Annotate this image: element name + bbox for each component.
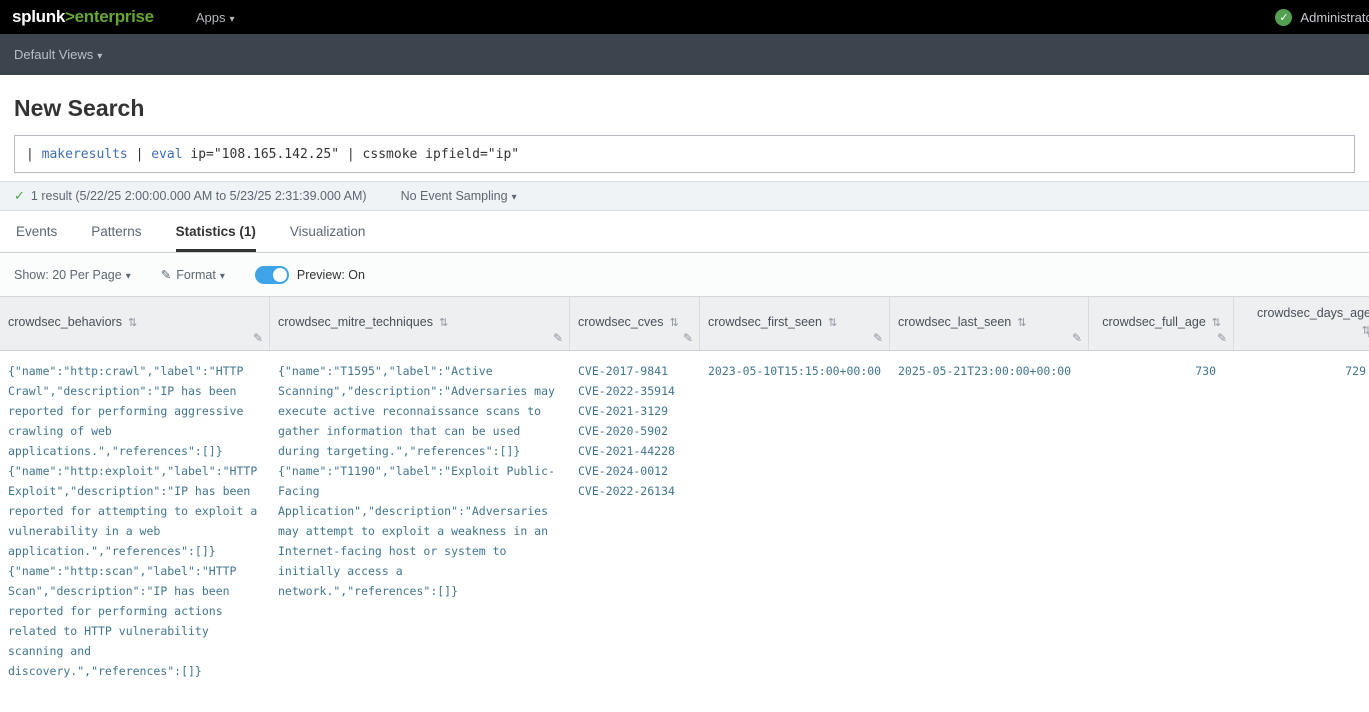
table-header-row: crowdsec_behaviors ⇅ ✎ crowdsec_mitre_tec… <box>0 297 1369 351</box>
logo-splunk-text: splunk <box>12 7 65 26</box>
health-status-icon[interactable]: ✓ <box>1275 9 1292 26</box>
cell-crowdsec-first-seen[interactable]: 2023-05-10T15:15:00+00:00 <box>700 351 890 391</box>
edit-column-icon[interactable]: ✎ <box>873 331 883 345</box>
cell-crowdsec-last-seen[interactable]: 2025-05-21T23:00:00+00:00 <box>890 351 1089 391</box>
tab-events[interactable]: Events <box>16 211 57 252</box>
cell-crowdsec-cves[interactable]: CVE-2017-9841 CVE-2022-35914 CVE-2021-31… <box>570 351 700 511</box>
column-header-crowdsec-first-seen[interactable]: crowdsec_first_seen ⇅ ✎ <box>700 297 890 350</box>
sort-icon[interactable]: ⇅ <box>828 315 837 332</box>
column-header-crowdsec-mitre-techniques[interactable]: crowdsec_mitre_techniques ⇅ ✎ <box>270 297 570 350</box>
job-status-bar: ✓ 1 result (5/22/25 2:00:00.000 AM to 5/… <box>0 181 1369 211</box>
caret-down-icon: ▾ <box>126 271 131 282</box>
query-pipe: | <box>128 147 151 162</box>
pencil-icon: ✎ <box>161 268 171 282</box>
cell-crowdsec-days-age[interactable]: 729 <box>1234 351 1369 391</box>
query-args: ip="108.165.142.25" | cssmoke ipfield="i… <box>183 147 520 162</box>
event-sampling-label: No Event Sampling <box>401 189 508 203</box>
column-header-crowdsec-behaviors[interactable]: crowdsec_behaviors ⇅ ✎ <box>0 297 270 350</box>
sort-icon[interactable]: ⇅ <box>439 315 448 332</box>
job-done-check-icon: ✓ <box>14 188 25 204</box>
query-command-makeresults: makeresults <box>42 147 128 162</box>
column-name: crowdsec_behaviors <box>8 315 122 329</box>
format-label: Format <box>176 268 216 282</box>
edit-column-icon[interactable]: ✎ <box>1217 331 1227 345</box>
preview-toggle[interactable] <box>255 266 289 284</box>
page-title: New Search <box>14 95 1355 122</box>
query-command-eval: eval <box>151 147 182 162</box>
per-page-label: Show: 20 Per Page <box>14 268 122 282</box>
edit-column-icon[interactable]: ✎ <box>1072 331 1082 345</box>
caret-down-icon: ▾ <box>229 14 234 25</box>
caret-down-icon: ▾ <box>97 51 102 62</box>
topbar-right-group: ✓ Administrator <box>1275 9 1369 26</box>
table-row: {"name":"http:crawl","label":"HTTP Crawl… <box>0 351 1369 691</box>
top-nav-bar: splunk>enterprise Apps▾ ✓ Administrator <box>0 0 1369 34</box>
preview-label: Preview: On <box>297 268 365 282</box>
format-menu[interactable]: ✎ Format ▾ <box>161 267 225 282</box>
sort-icon[interactable]: ⇅ <box>128 315 137 332</box>
sort-icon[interactable]: ⇅ <box>1017 315 1026 332</box>
toggle-knob <box>273 268 287 282</box>
column-name: crowdsec_days_age <box>1257 306 1369 320</box>
column-name: crowdsec_mitre_techniques <box>278 315 433 329</box>
tab-visualization[interactable]: Visualization <box>290 211 366 252</box>
user-menu[interactable]: Administrator <box>1300 10 1369 25</box>
column-name: crowdsec_first_seen <box>708 315 822 329</box>
app-context-bar: Default Views ▾ <box>0 34 1369 75</box>
query-pipe: | <box>26 147 42 162</box>
statistics-table: crowdsec_behaviors ⇅ ✎ crowdsec_mitre_tec… <box>0 297 1369 691</box>
sort-icon[interactable]: ⇅ <box>1212 315 1221 332</box>
results-tabs: Events Patterns Statistics (1) Visualiza… <box>0 211 1369 253</box>
column-header-crowdsec-last-seen[interactable]: crowdsec_last_seen ⇅ ✎ <box>890 297 1089 350</box>
column-header-crowdsec-days-age[interactable]: crowdsec_days_age⇅ ✎ <box>1234 297 1369 350</box>
column-header-crowdsec-cves[interactable]: crowdsec_cves ⇅ ✎ <box>570 297 700 350</box>
event-sampling-menu[interactable]: No Event Sampling ▾ <box>401 189 517 203</box>
tab-statistics[interactable]: Statistics (1) <box>176 211 256 252</box>
cell-crowdsec-behaviors[interactable]: {"name":"http:crawl","label":"HTTP Crawl… <box>0 351 270 691</box>
tab-patterns[interactable]: Patterns <box>91 211 141 252</box>
column-header-crowdsec-full-age[interactable]: crowdsec_full_age ⇅ ✎ <box>1089 297 1234 350</box>
splunk-logo[interactable]: splunk>enterprise <box>12 7 154 27</box>
caret-down-icon: ▾ <box>220 271 225 282</box>
column-name: crowdsec_cves <box>578 315 663 329</box>
edit-column-icon[interactable]: ✎ <box>253 331 263 345</box>
edit-column-icon[interactable]: ✎ <box>683 331 693 345</box>
edit-column-icon[interactable]: ✎ <box>553 331 563 345</box>
default-views-label: Default Views <box>14 47 93 62</box>
search-title-section: New Search <box>0 75 1369 135</box>
result-summary: 1 result (5/22/25 2:00:00.000 AM to 5/23… <box>31 189 367 203</box>
logo-enterprise-text: >enterprise <box>65 7 154 26</box>
cell-crowdsec-mitre-techniques[interactable]: {"name":"T1595","label":"Active Scanning… <box>270 351 570 611</box>
cell-crowdsec-full-age[interactable]: 730 <box>1089 351 1234 391</box>
column-name: crowdsec_last_seen <box>898 315 1011 329</box>
results-controls-bar: Show: 20 Per Page ▾ ✎ Format ▾ Preview: On <box>0 253 1369 297</box>
default-views-menu[interactable]: Default Views ▾ <box>14 47 102 62</box>
search-input[interactable]: | makeresults | eval ip="108.165.142.25"… <box>14 135 1355 173</box>
column-name: crowdsec_full_age <box>1102 315 1206 329</box>
apps-menu[interactable]: Apps▾ <box>196 10 235 25</box>
per-page-menu[interactable]: Show: 20 Per Page ▾ <box>14 268 131 282</box>
sort-icon[interactable]: ⇅ <box>669 315 678 332</box>
caret-down-icon: ▾ <box>512 192 517 203</box>
apps-menu-label: Apps <box>196 10 226 25</box>
